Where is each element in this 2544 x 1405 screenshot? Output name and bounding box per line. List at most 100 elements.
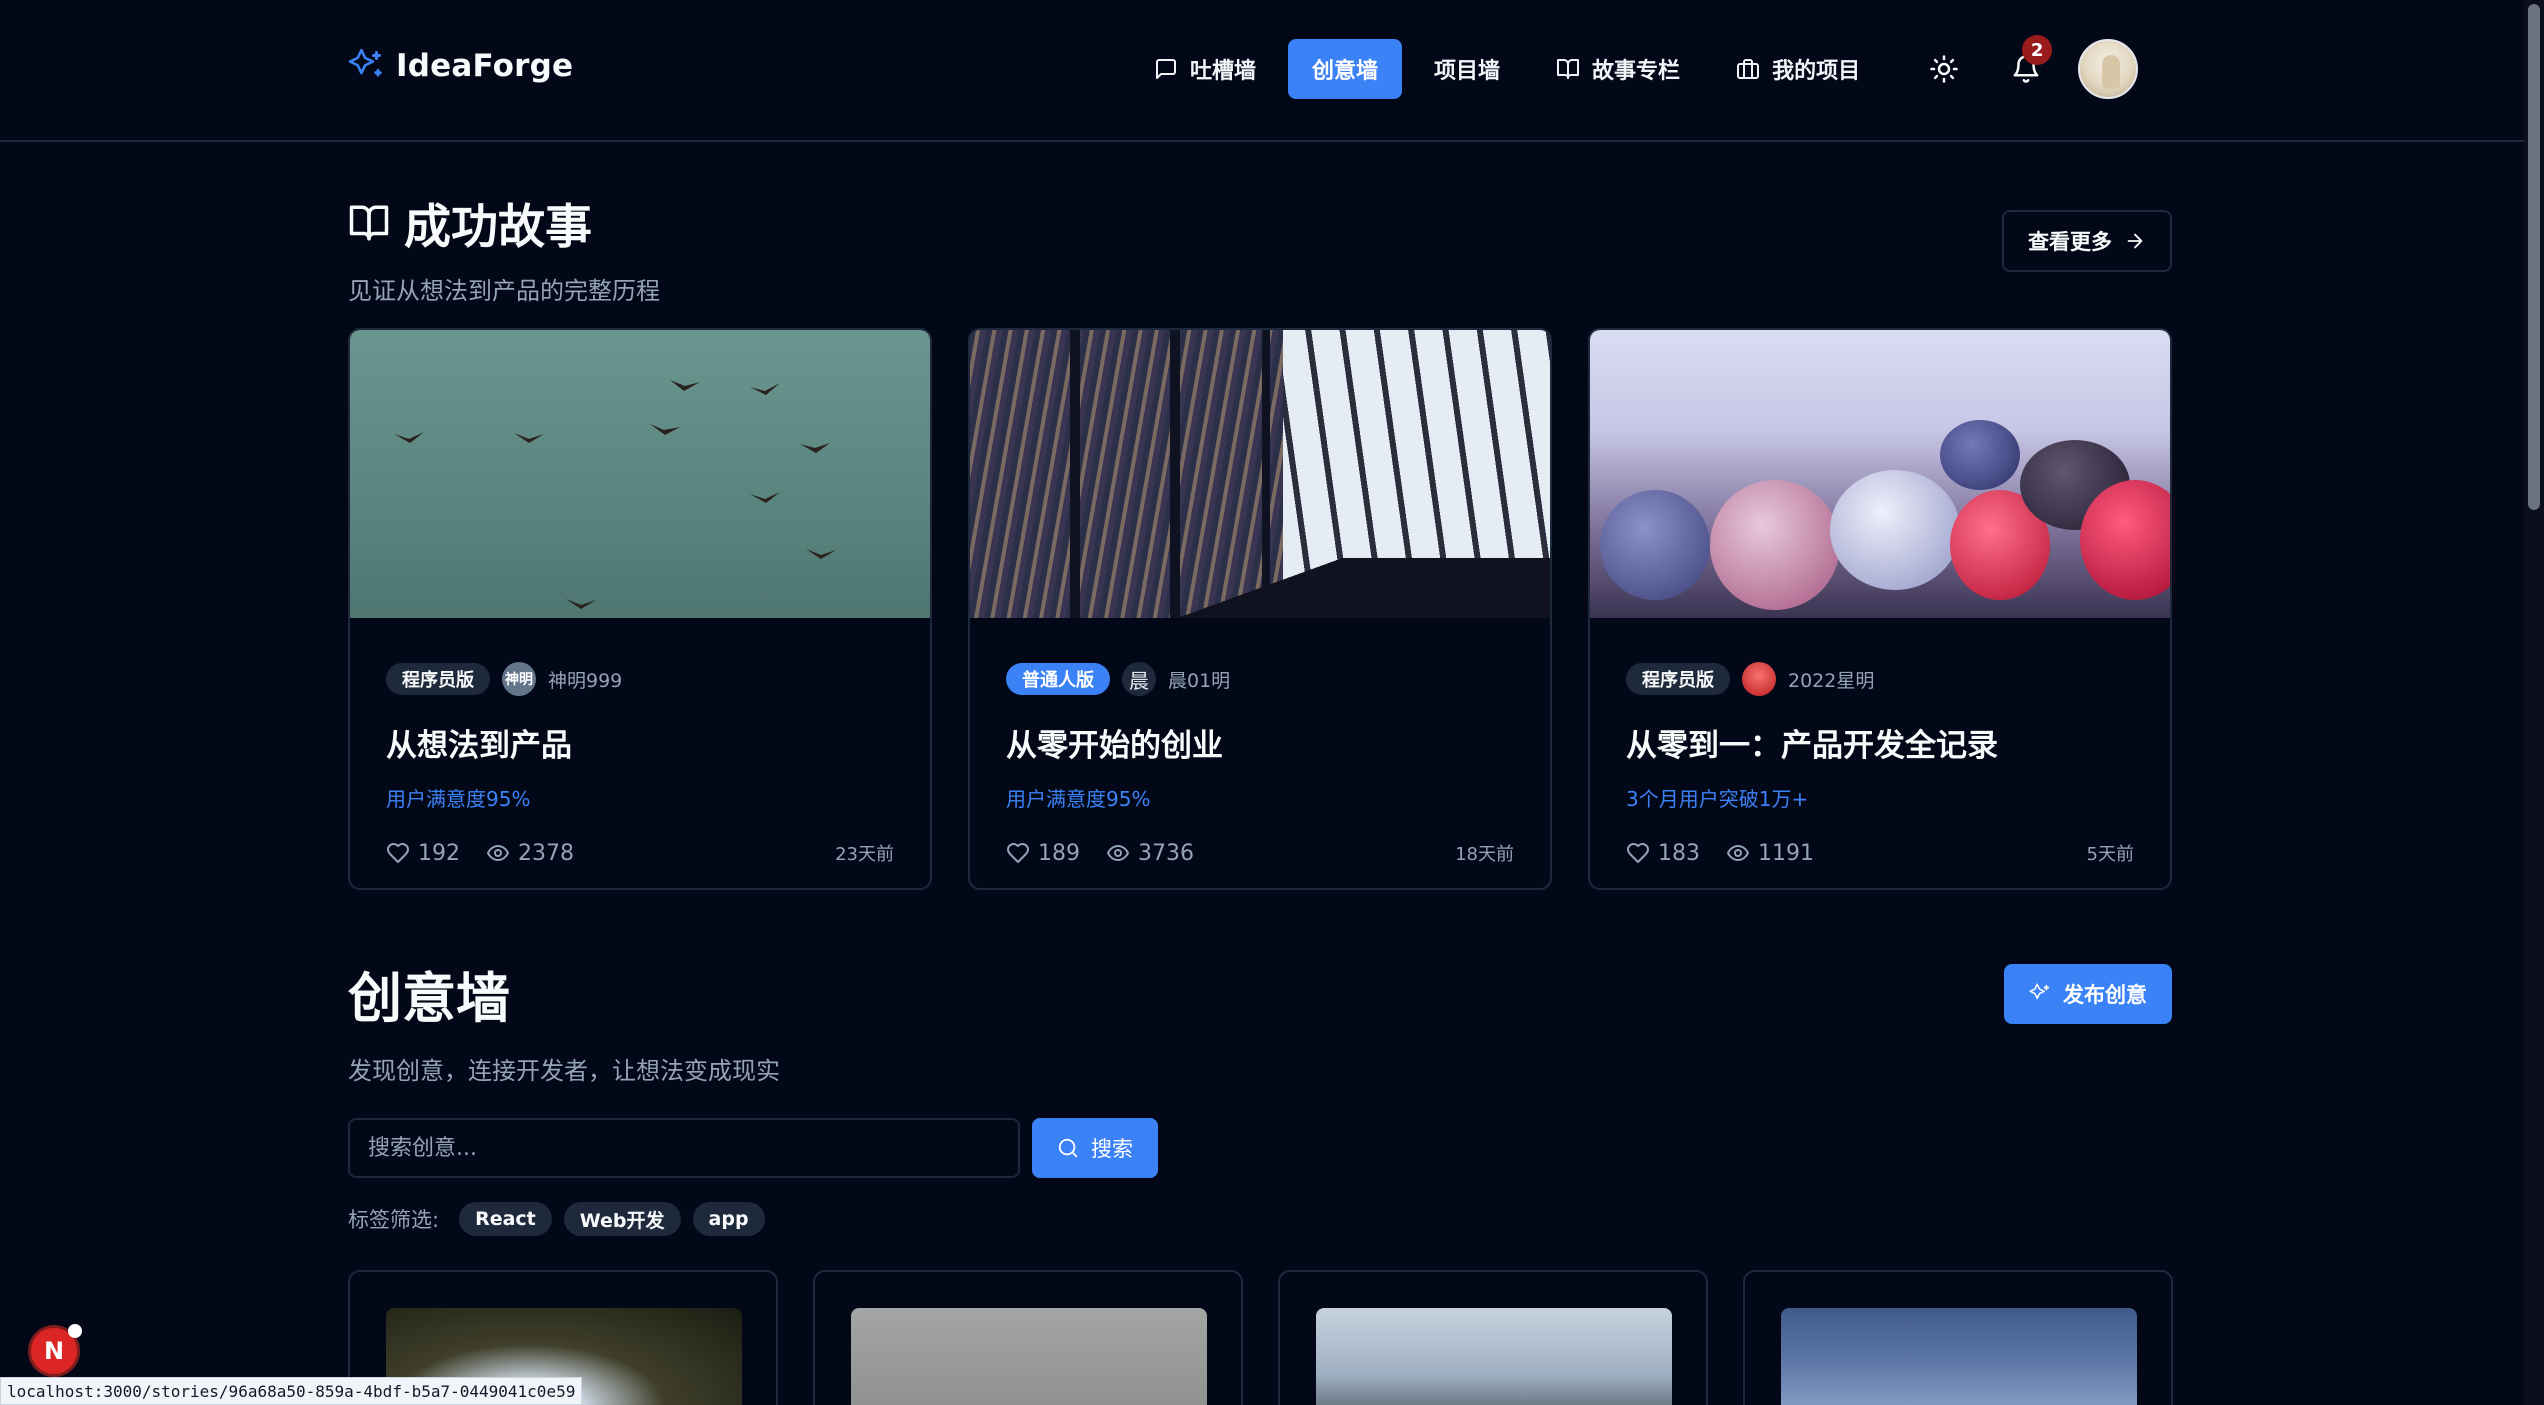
tag-filter-row: 标签筛选: React Web开发 app — [348, 1201, 765, 1237]
views-count: 1191 — [1758, 840, 1814, 866]
search-button[interactable]: 搜索 — [1032, 1118, 1158, 1178]
nav-label: 故事专栏 — [1592, 59, 1681, 84]
message-square-icon — [1156, 59, 1176, 79]
notifications-button[interactable]: 2 — [1996, 35, 2056, 99]
nav-label: 我的项目 — [1772, 59, 1861, 84]
publish-idea-button[interactable]: 发布创意 — [2004, 964, 2172, 1024]
story-title: 从零开始的创业 — [1006, 728, 1223, 764]
story-card-body: 普通人版 晨 晨01明 从零开始的创业 用户满意度95% 189 3736 18… — [970, 662, 1550, 866]
view-more-label: 查看更多 — [2028, 230, 2112, 254]
eye-icon — [1727, 845, 1749, 861]
eye-icon — [1107, 845, 1129, 861]
sun-icon — [1930, 55, 1958, 83]
views-stat: 2378 — [486, 841, 574, 866]
scrollbar-thumb[interactable] — [2528, 4, 2540, 510]
story-stats: 189 3736 18天前 — [1006, 840, 1514, 866]
stories-title-text: 成功故事 — [404, 200, 592, 255]
bird-shape — [514, 433, 544, 443]
theme-toggle-button[interactable] — [1914, 39, 1974, 99]
nav-item-rant-wall[interactable]: 吐槽墙 — [1130, 39, 1280, 99]
ideas-title: 创意墙 — [348, 967, 510, 1030]
stories-title: 成功故事 — [348, 188, 660, 257]
idea-search-input[interactable] — [348, 1118, 1020, 1178]
bird-shape — [750, 492, 780, 503]
search-icon — [1058, 1138, 1078, 1158]
author-name: 2022星明 — [1788, 669, 1875, 692]
story-version-tag: 程序员版 — [1626, 663, 1730, 695]
story-card[interactable]: 程序员版 2022星明 从零到一：产品开发全记录 3个月用户突破1万+ 183 … — [1588, 328, 2172, 890]
brand-name: IdeaForge — [396, 48, 574, 84]
author-avatar — [1742, 662, 1776, 696]
story-version-tag: 程序员版 — [386, 663, 490, 695]
story-stats: 192 2378 23天前 — [386, 840, 894, 866]
main-nav: 吐槽墙 创意墙 项目墙 故事专栏 我的项目 2 — [1130, 35, 2139, 100]
nav-item-project-wall[interactable]: 项目墙 — [1410, 39, 1524, 99]
book-open-icon — [349, 205, 389, 240]
idea-card[interactable] — [1278, 1270, 1708, 1405]
berry-shape — [1710, 480, 1840, 610]
bird-shape — [566, 599, 596, 609]
bird-shape — [806, 549, 836, 559]
idea-cover-image — [851, 1308, 1207, 1405]
filter-tag-react[interactable]: React — [459, 1202, 552, 1236]
story-title: 从零到一：产品开发全记录 — [1626, 728, 1998, 764]
views-count: 3736 — [1138, 840, 1194, 866]
filter-tag-web-dev[interactable]: Web开发 — [563, 1202, 681, 1236]
nav-item-stories[interactable]: 故事专栏 — [1532, 39, 1704, 99]
notification-count-badge: 2 — [2022, 35, 2053, 65]
idea-card[interactable] — [1743, 1270, 2173, 1405]
user-avatar[interactable] — [2078, 39, 2139, 99]
nav-label: 项目墙 — [1434, 59, 1501, 84]
story-card[interactable]: 普通人版 晨 晨01明 从零开始的创业 用户满意度95% 189 3736 18… — [968, 328, 1552, 890]
story-highlight: 用户满意度95% — [386, 787, 531, 811]
idea-cover-image — [1316, 1308, 1672, 1405]
heart-icon — [1627, 843, 1649, 863]
tag-filter-label: 标签筛选: — [348, 1208, 440, 1232]
views-stat: 3736 — [1106, 841, 1194, 866]
nav-item-my-projects[interactable]: 我的项目 — [1712, 39, 1884, 99]
likes-stat[interactable]: 192 — [386, 841, 460, 866]
likes-count: 189 — [1038, 840, 1080, 866]
dev-indicator-dot — [68, 1324, 82, 1338]
status-bar-url: localhost:3000/stories/96a68a50-859a-4bd… — [0, 1377, 583, 1405]
likes-stat[interactable]: 183 — [1626, 841, 1700, 866]
story-card-body: 程序员版 神明 神明999 从想法到产品 用户满意度95% 192 2378 2… — [350, 662, 930, 866]
berry-shape — [1600, 490, 1710, 600]
arrow-right-icon — [2127, 233, 2143, 249]
heart-icon — [387, 843, 409, 863]
story-card[interactable]: 程序员版 神明 神明999 从想法到产品 用户满意度95% 192 2378 2… — [348, 328, 932, 890]
story-meta: 普通人版 晨 晨01明 — [1006, 662, 1514, 696]
bird-shape — [394, 432, 424, 443]
publish-idea-label: 发布创意 — [2063, 983, 2147, 1007]
author-name: 神明999 — [548, 669, 623, 692]
idea-cover-image — [1781, 1308, 2137, 1405]
filter-tag-app[interactable]: app — [692, 1202, 765, 1236]
story-card-body: 程序员版 2022星明 从零到一：产品开发全记录 3个月用户突破1万+ 183 … — [1590, 662, 2170, 866]
bird-shape — [800, 443, 830, 453]
story-time: 5天前 — [2086, 844, 2134, 865]
story-cover-image — [970, 330, 1550, 618]
sparkles-icon — [2029, 983, 2050, 1000]
story-highlight: 用户满意度95% — [1006, 787, 1151, 811]
story-title: 从想法到产品 — [386, 728, 572, 764]
nav-item-idea-wall[interactable]: 创意墙 — [1288, 39, 1403, 99]
likes-stat[interactable]: 189 — [1006, 841, 1080, 866]
nav-label: 吐槽墙 — [1190, 59, 1257, 84]
story-cover-image — [1590, 330, 2170, 618]
story-time: 23天前 — [835, 844, 894, 865]
heart-icon — [1007, 843, 1029, 863]
view-more-button[interactable]: 查看更多 — [2002, 210, 2172, 272]
ideas-subtitle: 发现创意，连接开发者，让想法变成现实 — [348, 1057, 780, 1085]
story-cover-image — [350, 330, 930, 618]
likes-count: 192 — [418, 840, 460, 866]
brand-logo[interactable]: IdeaForge — [348, 48, 573, 84]
idea-card[interactable] — [813, 1270, 1243, 1405]
page-scrollbar[interactable] — [2524, 0, 2544, 1405]
story-version-tag: 普通人版 — [1006, 663, 1110, 695]
briefcase-icon — [1737, 59, 1760, 79]
library-floor-shape — [970, 558, 1550, 618]
berry-shape — [1940, 420, 2020, 490]
story-stats: 183 1191 5天前 — [1626, 840, 2134, 866]
views-stat: 1191 — [1726, 841, 1814, 866]
likes-count: 183 — [1658, 840, 1700, 866]
